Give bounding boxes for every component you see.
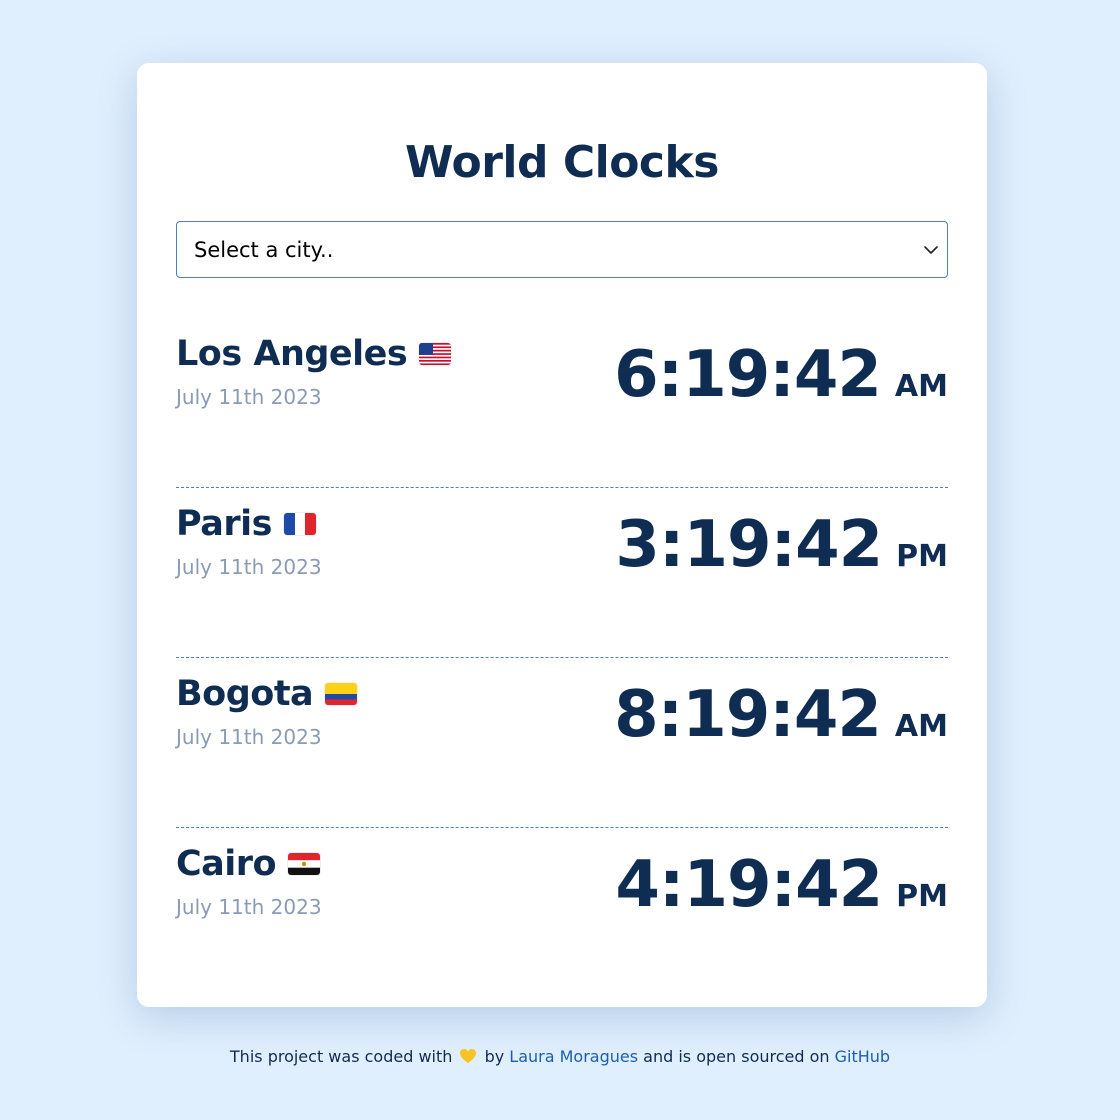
city-list: Los Angeles July 11th 2023 6:19:42 AM Pa…	[176, 318, 948, 998]
city-row-paris: Paris July 11th 2023 3:19:42 PM	[176, 488, 948, 658]
city-name: Paris	[176, 504, 272, 544]
city-select[interactable]: Select a city..	[176, 221, 948, 278]
city-row-los-angeles: Los Angeles July 11th 2023 6:19:42 AM	[176, 318, 948, 488]
author-link[interactable]: Laura Moragues	[509, 1047, 638, 1066]
city-row-bogota: Bogota July 11th 2023 8:19:42 AM	[176, 658, 948, 828]
city-ampm: PM	[896, 539, 948, 574]
yellow-heart-icon	[459, 1048, 477, 1064]
footer-text-middle: and is open sourced on	[643, 1047, 830, 1066]
world-clocks-card: World Clocks Select a city.. Los Angeles	[137, 63, 987, 1007]
city-ampm: AM	[894, 369, 948, 404]
city-date: July 11th 2023	[176, 725, 322, 749]
city-time: 6:19:42	[614, 338, 882, 412]
city-time: 3:19:42	[615, 508, 883, 582]
city-time: 4:19:42	[615, 848, 883, 922]
city-date: July 11th 2023	[176, 385, 322, 409]
city-date: July 11th 2023	[176, 555, 322, 579]
page-title: World Clocks	[405, 137, 719, 188]
city-time: 8:19:42	[614, 678, 882, 752]
city-ampm: PM	[896, 879, 948, 914]
egypt-flag-icon	[288, 853, 321, 875]
city-ampm: AM	[894, 709, 948, 744]
city-name: Los Angeles	[176, 334, 408, 374]
footer: This project was coded with by Laura Mor…	[0, 1046, 1120, 1068]
footer-text-by: by	[484, 1047, 505, 1066]
chevron-down-icon	[923, 242, 939, 258]
github-link[interactable]: GitHub	[835, 1047, 890, 1066]
city-name: Bogota	[176, 674, 314, 714]
us-flag-icon	[419, 343, 452, 365]
colombia-flag-icon	[325, 683, 358, 705]
city-name: Cairo	[176, 844, 277, 884]
france-flag-icon	[283, 513, 316, 535]
city-row-cairo: Cairo July 11th 2023 4:19:42 PM	[176, 828, 948, 998]
footer-text-before: This project was coded with	[229, 1047, 453, 1066]
city-select-value: Select a city..	[194, 237, 334, 262]
city-date: July 11th 2023	[176, 895, 322, 919]
